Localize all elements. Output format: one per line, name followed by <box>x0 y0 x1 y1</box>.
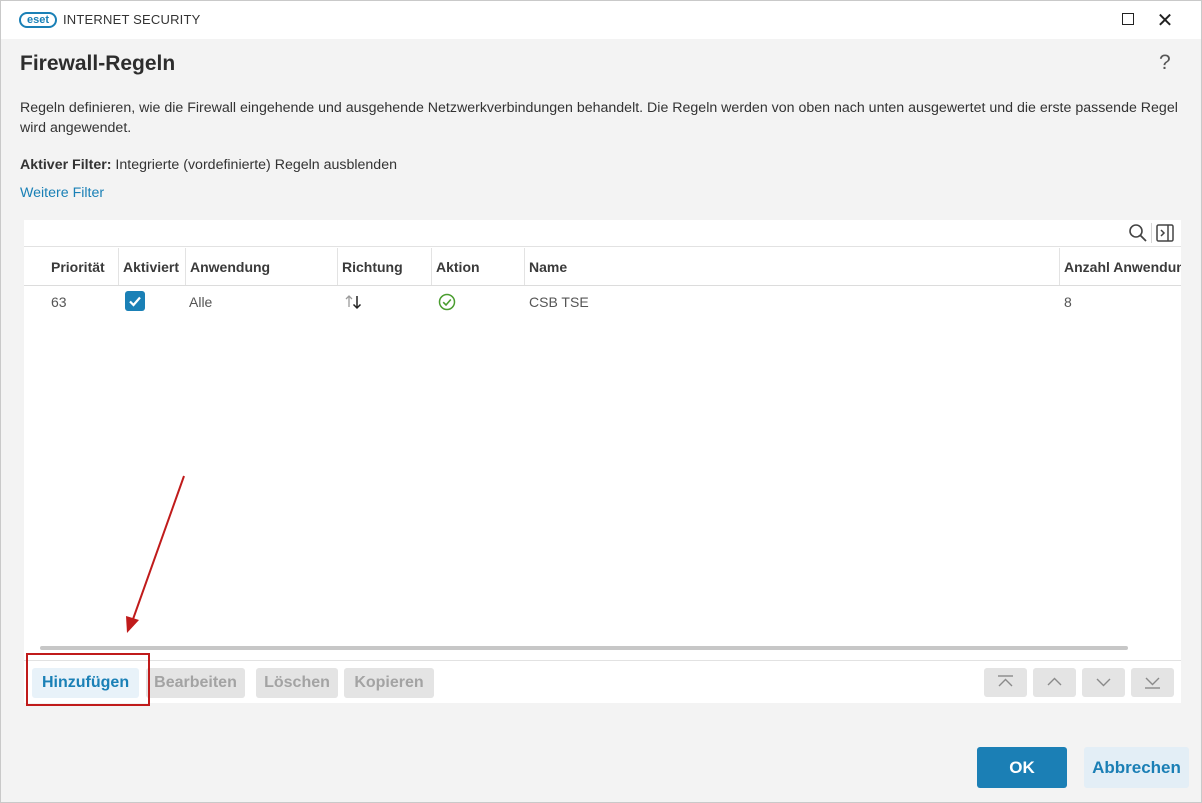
panel-divider <box>24 660 1181 661</box>
move-up-icon <box>1047 677 1062 686</box>
table-header: Priorität Aktiviert Anwendung Richtung A… <box>24 248 1181 286</box>
description-text: Regeln definieren, wie die Firewall eing… <box>20 100 1178 136</box>
product-name: INTERNET SECURITY <box>63 12 201 27</box>
edit-button[interactable]: Bearbeiten <box>146 668 245 698</box>
move-down-icon <box>1096 678 1111 687</box>
toolbar-divider <box>1151 223 1152 243</box>
table-toolbar <box>24 220 1181 247</box>
enabled-checkbox[interactable] <box>125 291 145 311</box>
horizontal-scrollbar[interactable] <box>40 646 1128 650</box>
allow-action-icon <box>438 293 456 311</box>
column-direction[interactable]: Richtung <box>337 248 431 285</box>
more-filters-link[interactable]: Weitere Filter <box>20 185 104 201</box>
page-title: Firewall-Regeln <box>20 52 176 75</box>
close-button[interactable]: ✕ <box>1153 9 1177 33</box>
cell-application-count: 8 <box>1064 294 1072 310</box>
close-icon: ✕ <box>1156 10 1174 32</box>
title-bar: eset INTERNET SECURITY ✕ <box>1 1 1201 39</box>
move-bottom-button[interactable] <box>1131 668 1174 697</box>
maximize-icon <box>1122 13 1134 26</box>
column-application-count[interactable]: Anzahl Anwendungen <box>1059 248 1181 285</box>
column-settings-icon[interactable] <box>1155 223 1175 243</box>
help-button[interactable]: ? <box>1159 51 1171 75</box>
move-bottom-icon <box>1145 677 1160 689</box>
cell-priority: 63 <box>51 294 67 310</box>
firewall-rules-dialog: eset INTERNET SECURITY ✕ Firewall-Regeln… <box>0 0 1202 803</box>
eset-logo: eset <box>19 12 57 28</box>
move-up-button[interactable] <box>1033 668 1076 697</box>
annotation-highlight-box <box>26 653 150 706</box>
column-enabled[interactable]: Aktiviert <box>118 248 179 285</box>
ok-button[interactable]: OK <box>977 747 1067 788</box>
move-top-button[interactable] <box>984 668 1027 697</box>
active-filter-label: Aktiver Filter: <box>20 157 112 173</box>
maximize-button[interactable] <box>1116 9 1140 33</box>
cell-name: CSB TSE <box>529 294 589 310</box>
column-name[interactable]: Name <box>524 248 1059 285</box>
move-top-icon <box>998 675 1013 687</box>
checkmark-icon <box>129 296 141 307</box>
column-action[interactable]: Aktion <box>431 248 524 285</box>
active-filter-value: Integrierte (vordefinierte) Regeln ausbl… <box>115 157 397 173</box>
move-down-button[interactable] <box>1082 668 1125 697</box>
direction-both-icon <box>345 295 362 310</box>
rules-table-panel: Priorität Aktiviert Anwendung Richtung A… <box>24 220 1181 703</box>
search-icon[interactable] <box>1127 222 1149 244</box>
table-row[interactable]: 63 Alle CSB TSE 8 <box>24 287 1181 317</box>
copy-button[interactable]: Kopieren <box>344 668 434 698</box>
cancel-button[interactable]: Abbrechen <box>1084 747 1189 788</box>
delete-button[interactable]: Löschen <box>256 668 338 698</box>
cell-application: Alle <box>189 294 213 310</box>
column-application[interactable]: Anwendung <box>185 248 337 285</box>
column-priority[interactable]: Priorität <box>47 248 105 285</box>
active-filter: Aktiver Filter: Integrierte (vordefinier… <box>20 157 397 173</box>
